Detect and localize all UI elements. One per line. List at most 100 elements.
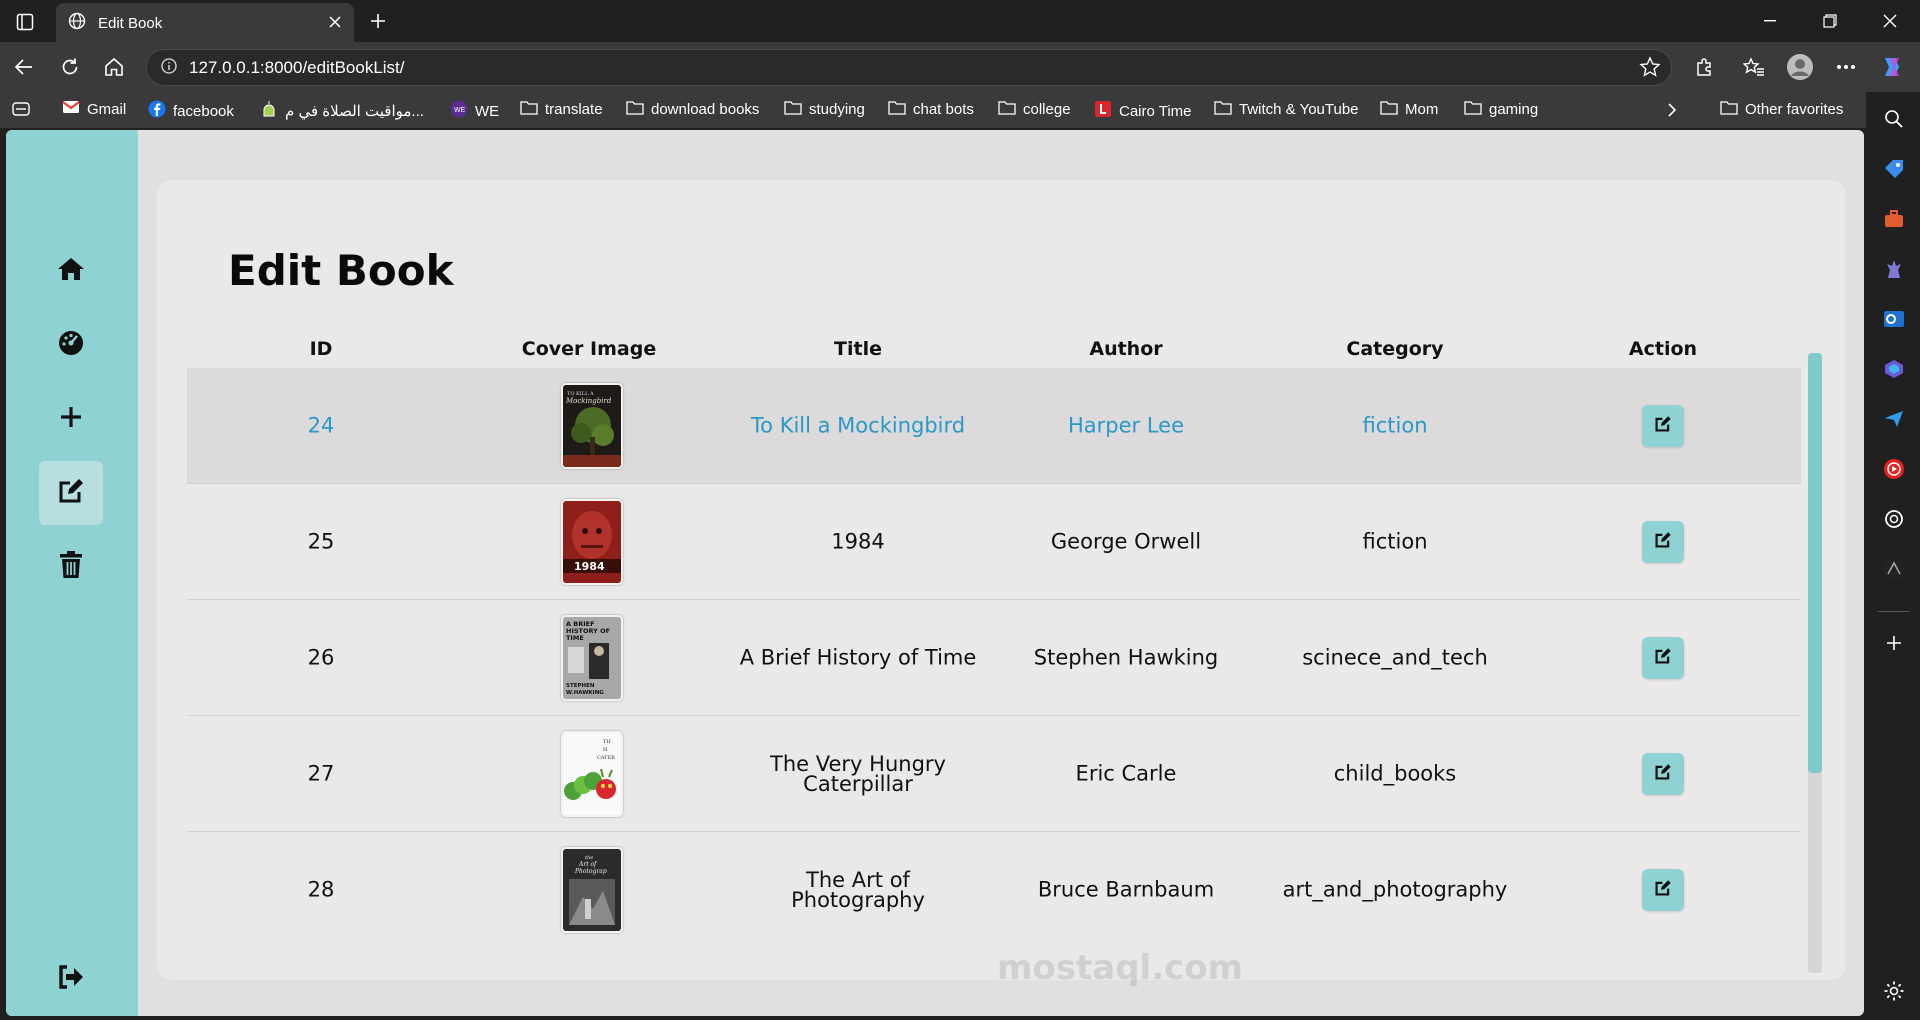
plus-icon bbox=[59, 405, 83, 433]
bookmark-folder-college[interactable]: college bbox=[998, 100, 1071, 119]
cover-image-1984: 1984 bbox=[561, 499, 623, 585]
book-id: 25 bbox=[307, 529, 335, 553]
tab-bar: Edit Book bbox=[0, 0, 1920, 43]
new-tab-button[interactable] bbox=[364, 7, 392, 35]
site-info-icon[interactable] bbox=[161, 57, 177, 78]
extensions-icon[interactable] bbox=[1688, 51, 1720, 83]
sidebar-delete-book[interactable] bbox=[39, 535, 103, 599]
column-header-action: Action bbox=[1628, 338, 1698, 360]
bookmark-facebook[interactable]: facebook bbox=[148, 100, 234, 122]
book-category: fiction bbox=[1362, 413, 1428, 437]
add-icon[interactable] bbox=[1881, 630, 1907, 656]
back-icon[interactable] bbox=[8, 51, 40, 83]
book-category: child_books bbox=[1333, 761, 1457, 785]
table-scrollbar-thumb[interactable] bbox=[1808, 353, 1822, 773]
address-bar[interactable]: 127.0.0.1:8000/editBookList/ bbox=[146, 49, 1672, 86]
table-row[interactable]: 28 the Art of Photograp The Art of Photogr… bbox=[187, 832, 1801, 948]
settings-gear-icon[interactable] bbox=[1881, 978, 1907, 1004]
book-title: 1984 bbox=[831, 529, 885, 553]
svg-text:TIME: TIME bbox=[566, 634, 584, 642]
folder-icon bbox=[1720, 100, 1745, 119]
favorite-star-icon[interactable] bbox=[1639, 56, 1661, 82]
bookmark-folder-mom[interactable]: Mom bbox=[1380, 100, 1438, 119]
maximize-button[interactable] bbox=[1800, 0, 1860, 42]
bookmark-gmail[interactable]: Gmail bbox=[62, 100, 126, 118]
book-author: George Orwell bbox=[1050, 529, 1202, 553]
home-icon[interactable] bbox=[98, 51, 130, 83]
logout-icon bbox=[57, 964, 85, 994]
edit-book-button[interactable] bbox=[1642, 637, 1684, 679]
web-page: Edit Book ID Cover Image Title Author Ca… bbox=[6, 130, 1864, 1016]
bookmark-folder-chat-bots[interactable]: chat bots bbox=[888, 100, 974, 119]
folder-icon bbox=[784, 100, 809, 119]
book-category: fiction bbox=[1362, 529, 1428, 553]
svg-text:Photograp: Photograp bbox=[574, 868, 607, 875]
book-title: A Brief History of Time bbox=[739, 645, 977, 669]
chatgpt-icon[interactable] bbox=[1881, 506, 1907, 532]
svg-text:CATER: CATER bbox=[597, 755, 615, 761]
minimize-button[interactable] bbox=[1740, 0, 1800, 42]
reading-view-icon[interactable] bbox=[12, 102, 30, 121]
bookmark-other-favorites[interactable]: Other favorites bbox=[1720, 100, 1843, 119]
copilot-icon[interactable] bbox=[1876, 51, 1908, 83]
favorites-icon[interactable] bbox=[1738, 51, 1770, 83]
watermark: mostaql.com bbox=[997, 948, 1244, 988]
tab-actions-icon[interactable] bbox=[10, 10, 40, 34]
sidebar-edit-book[interactable] bbox=[39, 461, 103, 525]
refresh-icon[interactable] bbox=[54, 51, 86, 83]
search-icon[interactable] bbox=[1881, 106, 1907, 132]
sidebar-add-book[interactable] bbox=[39, 387, 103, 451]
books-table: ID Cover Image Title Author Category Act… bbox=[187, 328, 1801, 948]
sidebar-dashboard[interactable] bbox=[39, 313, 103, 377]
bookmark-cairo-time[interactable]: Cairo Time bbox=[1094, 100, 1192, 122]
games-icon[interactable] bbox=[1881, 256, 1907, 282]
trash-icon bbox=[59, 551, 83, 583]
edit-book-button[interactable] bbox=[1642, 405, 1684, 447]
navigation-bar: 127.0.0.1:8000/editBookList/ bbox=[0, 42, 1920, 92]
book-author: Stephen Hawking bbox=[1033, 645, 1219, 669]
edit-book-button[interactable] bbox=[1642, 869, 1684, 911]
bookmark-folder-twitch-youtube[interactable]: Twitch & YouTube bbox=[1214, 100, 1359, 119]
book-id: 27 bbox=[307, 761, 335, 785]
clock-icon bbox=[1094, 100, 1119, 122]
bookmark-folder-translate[interactable]: translate bbox=[520, 100, 603, 119]
table-row[interactable]: 27 TH H CATER The Very Hungry Caterpillar … bbox=[187, 716, 1801, 832]
folder-icon bbox=[888, 100, 913, 119]
table-row[interactable]: 24 TO KILL A Mockingbird To Kill a Mockin… bbox=[187, 368, 1801, 484]
book-category: scinece_and_tech bbox=[1302, 645, 1488, 669]
app-icon[interactable] bbox=[1881, 556, 1907, 582]
bookmark-folder-studying[interactable]: studying bbox=[784, 100, 865, 119]
bookmark-we[interactable]: WE WE bbox=[450, 100, 499, 122]
tools-icon[interactable] bbox=[1881, 206, 1907, 232]
sidebar-home[interactable] bbox=[39, 239, 103, 303]
edit-book-button[interactable] bbox=[1642, 753, 1684, 795]
more-options-icon[interactable] bbox=[1830, 51, 1862, 83]
we-icon: WE bbox=[450, 100, 475, 122]
chevron-right-icon[interactable] bbox=[1666, 102, 1678, 123]
bookmark-folder-gaming[interactable]: gaming bbox=[1464, 100, 1538, 119]
close-window-button[interactable] bbox=[1860, 0, 1920, 42]
close-tab-icon[interactable] bbox=[328, 14, 342, 33]
column-header-cover: Cover Image bbox=[521, 338, 657, 360]
tag-icon[interactable] bbox=[1881, 156, 1907, 182]
svg-text:Art of: Art of bbox=[578, 861, 598, 868]
sidebar-logout[interactable] bbox=[39, 947, 103, 1011]
m365-icon[interactable] bbox=[1881, 356, 1907, 382]
youtube-music-icon[interactable] bbox=[1881, 456, 1907, 482]
folder-icon bbox=[626, 100, 651, 119]
book-author: Harper Lee bbox=[1067, 413, 1185, 437]
bookmark-prayer-times[interactable]: مواقيت الصلاة في م... bbox=[260, 100, 424, 122]
edit-book-button[interactable] bbox=[1642, 521, 1684, 563]
page-title: Edit Book bbox=[228, 246, 454, 295]
bookmark-folder-download-books[interactable]: download books bbox=[626, 100, 759, 119]
send-icon[interactable] bbox=[1881, 406, 1907, 432]
profile-avatar[interactable] bbox=[1784, 51, 1816, 83]
column-header-id: ID bbox=[309, 338, 333, 360]
book-title: The Art of Photography bbox=[791, 868, 925, 912]
outlook-icon[interactable] bbox=[1881, 306, 1907, 332]
book-id: 26 bbox=[307, 645, 335, 669]
table-row[interactable]: 25 1984 1984 George Orwell fiction bbox=[187, 484, 1801, 600]
cover-image-mockingbird: TO KILL A Mockingbird bbox=[561, 383, 623, 469]
active-tab[interactable]: Edit Book bbox=[56, 3, 354, 43]
table-row[interactable]: 26 A BRIEF HISTORY OF TIME STEPHEN W.HAWKING… bbox=[187, 600, 1801, 716]
